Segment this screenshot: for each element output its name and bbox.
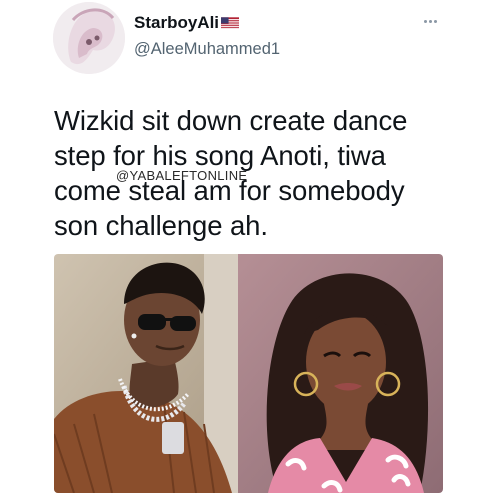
photo-man-sunglasses[interactable] [54,254,238,493]
avatar-image [53,2,125,74]
us-flag-icon [221,17,240,29]
author-name-row: StarboyAli [134,13,240,33]
tweet-media[interactable] [54,254,443,493]
more-options-icon[interactable] [417,14,443,28]
avatar[interactable] [53,2,125,74]
author-display-name[interactable]: StarboyAli [134,13,219,33]
photo-woman-pink-outfit[interactable] [238,254,443,493]
author-handle[interactable]: @AleeMuhammed1 [134,40,280,59]
watermark-text: @YABALEFTONLINE [116,168,248,183]
